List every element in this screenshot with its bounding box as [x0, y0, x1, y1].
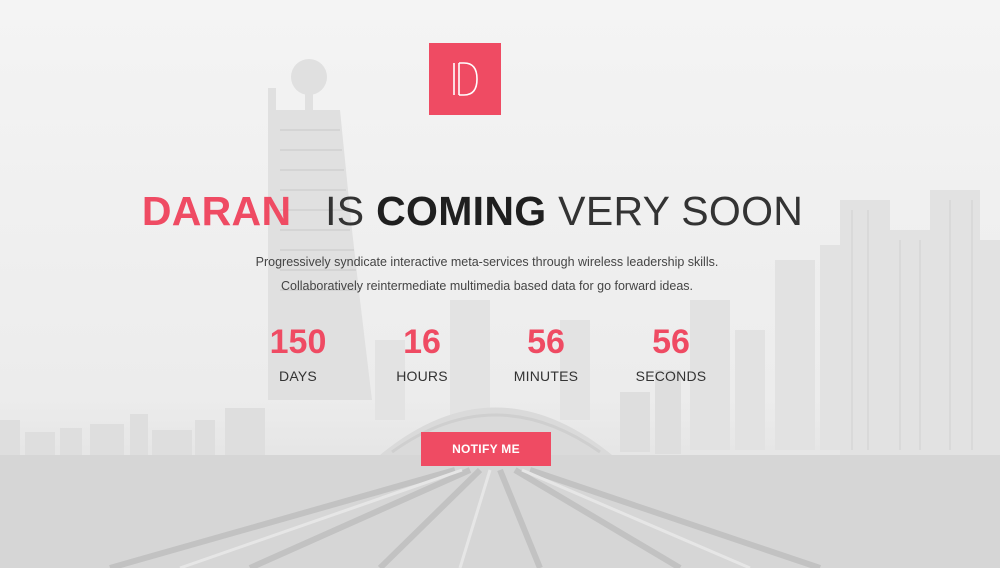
tagline-line-2: Collaboratively reintermediate multimedi…: [280, 279, 694, 293]
countdown-hours: 16 HOURS: [362, 322, 482, 384]
countdown-minutes-label: MINUTES: [513, 368, 579, 384]
headline-is: IS: [325, 188, 365, 234]
countdown-days-value: 150: [269, 323, 327, 361]
page-headline: DARAN IS COMING VERY SOON: [0, 188, 945, 235]
countdown-hours-label: HOURS: [396, 368, 448, 384]
countdown-hours-value: 16: [403, 323, 441, 361]
countdown-days-label: DAYS: [279, 368, 317, 384]
countdown-seconds-label: SECONDS: [635, 368, 707, 384]
brand-name: DARAN: [141, 188, 292, 234]
countdown-minutes-value: 56: [527, 323, 565, 361]
countdown-minutes: 56 MINUTES: [486, 322, 606, 384]
countdown-seconds-value: 56: [652, 323, 690, 361]
headline-coming: COMING: [376, 188, 547, 234]
d-monogram-icon: [453, 62, 478, 96]
brand-logo[interactable]: [429, 43, 501, 115]
tagline-line-1: Progressively syndicate interactive meta…: [255, 255, 719, 269]
countdown-seconds: 56 SECONDS: [611, 322, 731, 384]
notify-me-button[interactable]: NOTIFY ME: [421, 432, 551, 466]
headline-very-soon: VERY SOON: [558, 188, 804, 234]
countdown-days: 150 DAYS: [238, 322, 358, 384]
